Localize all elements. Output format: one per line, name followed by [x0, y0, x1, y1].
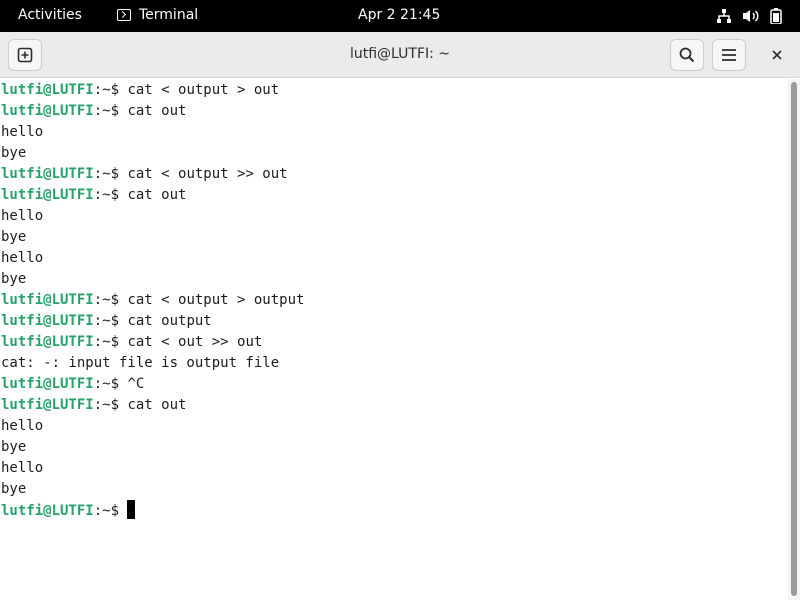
terminal-prompt-line: lutfi@LUTFI:~$ cat < output > out [1, 80, 304, 101]
activities-button[interactable]: Activities [18, 7, 82, 23]
terminal-cursor [127, 500, 136, 519]
terminal-prompt-line: lutfi@LUTFI:~$ cat out [1, 101, 304, 122]
prompt-path: :~$ [93, 292, 128, 308]
command-text: cat < output > out [127, 82, 280, 98]
app-name: Terminal [139, 7, 199, 23]
volume-icon[interactable] [742, 8, 760, 24]
prompt-user: lutfi@LUTFI [1, 166, 94, 182]
command-text: ^C [127, 376, 145, 392]
terminal-prompt-line: lutfi@LUTFI:~$ cat < output > output [1, 290, 304, 311]
terminal-output-line: bye [1, 145, 27, 161]
close-button[interactable] [762, 39, 792, 71]
battery-icon[interactable] [770, 8, 782, 24]
terminal-prompt-line: lutfi@LUTFI:~$ ^C [1, 374, 304, 395]
search-button[interactable] [670, 39, 704, 71]
terminal-output-line: hello [1, 208, 44, 224]
system-tray[interactable] [716, 8, 782, 24]
terminal-output-line: hello [1, 418, 44, 434]
prompt-user: lutfi@LUTFI [1, 503, 94, 519]
prompt-path: :~$ [93, 103, 128, 119]
terminal-view[interactable]: lutfi@LUTFI:~$ cat < output > out lutfi@L… [0, 79, 786, 600]
terminal-prompt-line: lutfi@LUTFI:~$ [1, 500, 304, 521]
close-icon [772, 50, 782, 60]
prompt-path: :~$ [93, 376, 128, 392]
command-text: cat output [127, 313, 212, 329]
prompt-path: :~$ [93, 166, 128, 182]
search-icon [679, 47, 695, 63]
prompt-path: :~$ [93, 82, 128, 98]
terminal-prompt-line: lutfi@LUTFI:~$ cat output [1, 311, 304, 332]
terminal-output-line: bye [1, 271, 27, 287]
terminal-prompt-line: lutfi@LUTFI:~$ cat < output >> out [1, 164, 304, 185]
prompt-path: :~$ [93, 313, 128, 329]
prompt-path: :~$ [93, 334, 128, 350]
prompt-user: lutfi@LUTFI [1, 82, 94, 98]
terminal-prompt-line: lutfi@LUTFI:~$ cat < out >> out [1, 332, 304, 353]
window-header-bar: lutfi@LUTFI: ~ [0, 32, 800, 78]
terminal-icon [117, 9, 131, 21]
vertical-scrollbar[interactable] [788, 79, 800, 600]
prompt-path: :~$ [93, 187, 128, 203]
prompt-user: lutfi@LUTFI [1, 376, 94, 392]
prompt-user: lutfi@LUTFI [1, 313, 94, 329]
network-icon[interactable] [716, 8, 732, 24]
prompt-user: lutfi@LUTFI [1, 334, 94, 350]
terminal-output-line: bye [1, 229, 27, 245]
hamburger-menu-button[interactable] [712, 39, 746, 71]
command-text: cat out [127, 103, 187, 119]
terminal-prompt-line: lutfi@LUTFI:~$ cat out [1, 185, 304, 206]
terminal-output-line: hello [1, 460, 44, 476]
terminal-output-line: bye [1, 481, 27, 497]
prompt-user: lutfi@LUTFI [1, 397, 94, 413]
prompt-path: :~$ [93, 503, 128, 519]
gnome-top-bar: Activities Terminal Apr 2 21:45 [0, 0, 800, 32]
prompt-user: lutfi@LUTFI [1, 187, 94, 203]
terminal-output-line: hello [1, 124, 44, 140]
prompt-path: :~$ [93, 397, 128, 413]
command-text: cat < output >> out [127, 166, 288, 182]
clock[interactable]: Apr 2 21:45 [358, 7, 440, 23]
command-text: cat < output > output [127, 292, 305, 308]
command-text: cat < out >> out [127, 334, 263, 350]
command-text: cat out [127, 187, 187, 203]
terminal-output: lutfi@LUTFI:~$ cat < output > out lutfi@L… [1, 80, 304, 521]
prompt-user: lutfi@LUTFI [1, 292, 94, 308]
terminal-output-line: bye [1, 439, 27, 455]
scrollbar-thumb[interactable] [791, 82, 797, 596]
hamburger-icon [722, 49, 736, 61]
terminal-output-line: cat: -: input file is output file [1, 355, 280, 371]
app-menu[interactable]: Terminal [117, 7, 198, 23]
command-text: cat out [127, 397, 187, 413]
terminal-output-line: hello [1, 250, 44, 266]
terminal-prompt-line: lutfi@LUTFI:~$ cat out [1, 395, 304, 416]
prompt-user: lutfi@LUTFI [1, 103, 94, 119]
